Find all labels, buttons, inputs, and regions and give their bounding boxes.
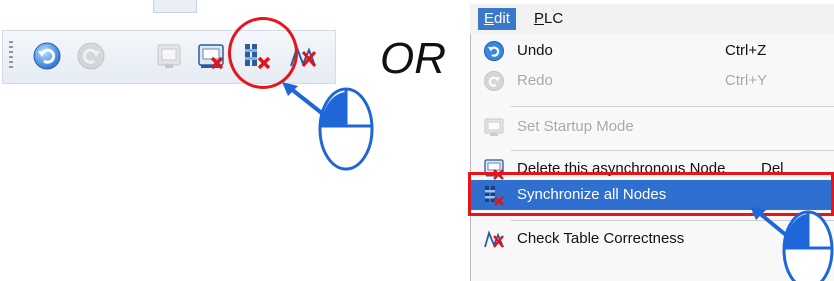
menu-item-undo[interactable]: Undo Ctrl+Z — [471, 36, 834, 66]
menu-bar: Edit PLC — [470, 4, 834, 35]
undo-icon — [33, 42, 61, 70]
startup-mode-icon — [157, 44, 181, 68]
menu-plc-label: LC — [544, 10, 564, 27]
menu-item-set-startup-mode[interactable]: Set Startup Mode — [471, 112, 834, 142]
menu-item-undo-label: Undo — [517, 42, 553, 59]
redo-icon — [483, 70, 505, 92]
menu-item-check-table-correctness-label: Check Table Correctness — [517, 230, 685, 247]
delete-node-icon — [198, 44, 224, 70]
menu-separator — [511, 106, 834, 107]
menu-item-redo-label: Redo — [517, 72, 553, 89]
menu-plc-mnemonic: P — [534, 10, 545, 27]
menu-item-redo-shortcut: Ctrl+Y — [725, 72, 768, 89]
menu-edit-label: dit — [494, 10, 510, 27]
delete-async-node-button[interactable] — [195, 40, 227, 72]
check-table-icon — [483, 228, 505, 250]
set-startup-mode-button[interactable] — [153, 40, 185, 72]
menu-item-undo-shortcut: Ctrl+Z — [725, 42, 767, 59]
redo-icon — [77, 42, 105, 70]
menu-item-redo[interactable]: Redo Ctrl+Y — [471, 66, 834, 96]
menu-edit[interactable]: Edit — [478, 8, 516, 30]
menu-plc[interactable]: PLC — [528, 8, 569, 30]
or-label: OR — [380, 34, 446, 83]
undo-icon — [483, 40, 505, 62]
menu-item-set-startup-mode-label: Set Startup Mode — [517, 118, 634, 135]
menu-edit-mnemonic: E — [484, 10, 495, 27]
toolbar-grip[interactable] — [9, 41, 13, 71]
redo-button[interactable] — [75, 40, 107, 72]
menu-separator — [511, 150, 834, 151]
undo-button[interactable] — [31, 40, 63, 72]
startup-mode-icon — [483, 116, 505, 138]
mouse-left-click-icon — [782, 210, 834, 281]
mouse-left-click-icon — [318, 87, 374, 171]
toolbar-icon-peek — [153, 0, 197, 13]
